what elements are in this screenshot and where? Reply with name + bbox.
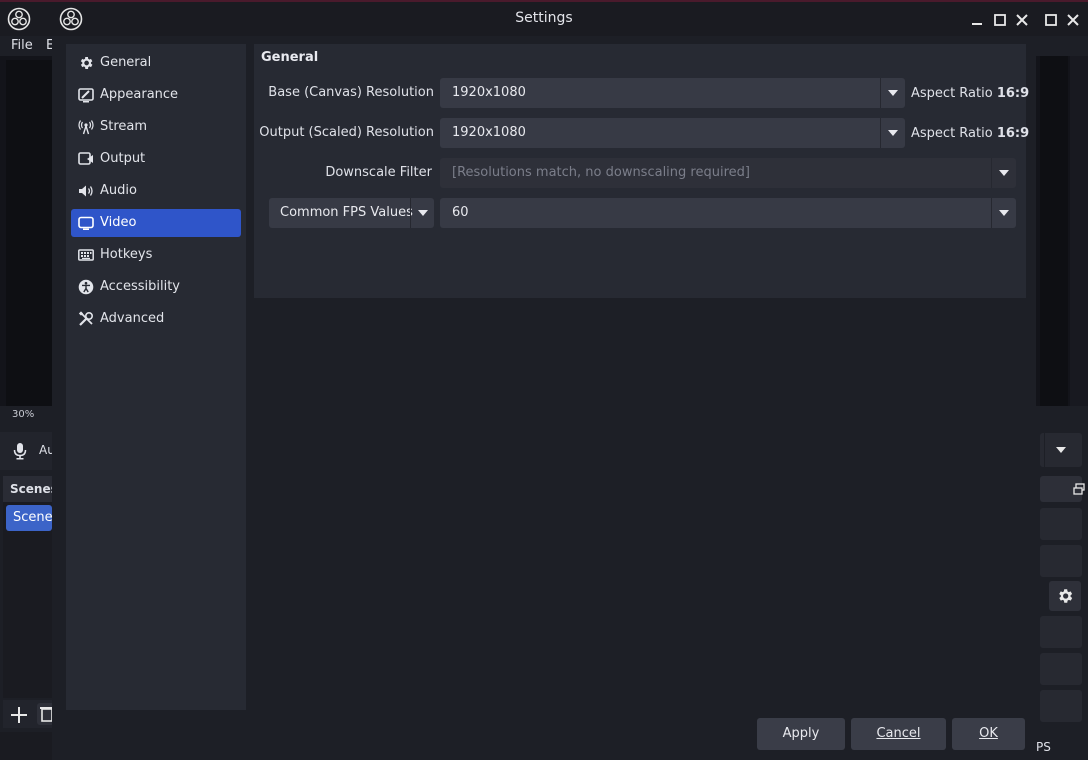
keyboard-icon (78, 247, 94, 263)
gear-icon (78, 55, 94, 71)
sidebar-item-audio[interactable]: Audio (71, 177, 241, 205)
chevron-down-icon (888, 89, 898, 97)
sidebar-item-accessibility[interactable]: Accessibility (71, 273, 241, 301)
preview-canvas (6, 60, 52, 406)
status-bar-left (0, 732, 52, 760)
sidebar-item-hotkeys[interactable]: Hotkeys (71, 241, 241, 269)
control-button[interactable] (1040, 616, 1082, 648)
sidebar-item-label: Audio (100, 183, 137, 198)
undock-icon[interactable] (1073, 483, 1085, 495)
sidebar-item-label: Stream (100, 119, 148, 134)
apply-button[interactable]: Apply (757, 718, 845, 750)
right-dock-dropdown[interactable] (1040, 433, 1082, 467)
aspect-ratio-label: Aspect Ratio (911, 126, 993, 141)
minimize-button[interactable] (968, 11, 986, 29)
sidebar-item-label: Video (100, 215, 137, 230)
sidebar-item-label: Output (100, 151, 146, 166)
maximize-button[interactable] (991, 11, 1009, 29)
chevron-down-icon (418, 209, 428, 217)
control-button[interactable] (1040, 690, 1082, 722)
gear-icon (1056, 587, 1074, 605)
fps-value-combo[interactable]: 60 (440, 198, 1016, 228)
sidebar-item-label: Hotkeys (100, 247, 153, 262)
downscale-filter-value: [Resolutions match, no downscaling requi… (452, 165, 750, 180)
sidebar-item-general[interactable]: General (71, 49, 241, 77)
ok-button[interactable]: OK (952, 718, 1025, 750)
main-window-close-button[interactable] (1064, 11, 1082, 29)
output-resolution-combo[interactable]: 1920x1080 (440, 118, 905, 148)
scenes-list (3, 502, 52, 698)
close-button[interactable] (1013, 11, 1031, 29)
settings-gear-button[interactable] (1049, 581, 1081, 611)
chevron-down-icon (1056, 446, 1066, 454)
tools-icon (78, 311, 94, 327)
base-resolution-label: Base (Canvas) Resolution (268, 85, 434, 100)
main-window-maximize-button[interactable] (1042, 11, 1060, 29)
menu-file[interactable]: File (11, 38, 33, 53)
control-button[interactable] (1040, 508, 1082, 540)
sidebar-item-output[interactable]: Output (71, 145, 241, 173)
add-icon[interactable] (8, 704, 30, 726)
settings-sidebar (66, 44, 246, 710)
sidebar-item-label: Appearance (100, 87, 179, 102)
sidebar-item-video[interactable]: Video (71, 209, 241, 237)
appearance-icon (78, 87, 94, 103)
window-title: Settings (515, 10, 573, 26)
aspect-ratio-value: 16:9 (996, 86, 1030, 101)
sidebar-item-advanced[interactable]: Advanced (71, 305, 241, 333)
fps-type-combo[interactable]: Common FPS Values (269, 198, 434, 228)
microphone-icon[interactable] (12, 442, 28, 460)
aspect-ratio-value: 16:9 (996, 126, 1030, 141)
fps-value: 60 (452, 205, 469, 220)
right-dock-header (1040, 476, 1085, 502)
output-aspect-ratio: Aspect Ratio 16:9 (911, 126, 1029, 141)
fps-type-value: Common FPS Values (280, 205, 413, 220)
right-dock-content (1040, 56, 1068, 406)
zoom-level: 30% (12, 409, 35, 420)
downscale-filter-label: Downscale Filter (325, 165, 432, 180)
output-resolution-label: Output (Scaled) Resolution (259, 125, 434, 140)
monitor-icon (78, 215, 94, 231)
aspect-ratio-label: Aspect Ratio (911, 86, 993, 101)
scenes-dock-title: Scenes (10, 482, 58, 496)
antenna-icon (78, 119, 94, 135)
chevron-down-icon (999, 209, 1009, 217)
fps-status-text: PS (1036, 740, 1051, 754)
sidebar-item-label: General (100, 55, 152, 70)
sidebar-item-label: Accessibility (100, 279, 180, 294)
scenes-toolbar (3, 700, 55, 728)
sidebar-item-stream[interactable]: Stream (71, 113, 241, 141)
section-title: General (261, 50, 319, 65)
accessibility-icon (78, 279, 94, 295)
speaker-icon (78, 183, 94, 199)
sidebar-item-label: Advanced (100, 311, 165, 326)
output-icon (78, 151, 94, 167)
scene-item-label: Scene (13, 510, 53, 525)
cancel-button[interactable]: Cancel (851, 718, 946, 750)
base-resolution-value: 1920x1080 (452, 85, 526, 100)
base-aspect-ratio: Aspect Ratio 16:9 (911, 86, 1029, 101)
downscale-filter-combo[interactable]: [Resolutions match, no downscaling requi… (440, 158, 1016, 188)
output-resolution-value: 1920x1080 (452, 125, 526, 140)
chevron-down-icon (888, 129, 898, 137)
right-dock-scrollbar[interactable] (1070, 56, 1088, 406)
title-bar: Settings (0, 0, 1088, 36)
chevron-down-icon (999, 169, 1009, 177)
control-button[interactable] (1040, 653, 1082, 685)
base-resolution-combo[interactable]: 1920x1080 (440, 78, 905, 108)
control-button[interactable] (1040, 545, 1082, 577)
sidebar-item-appearance[interactable]: Appearance (71, 81, 241, 109)
